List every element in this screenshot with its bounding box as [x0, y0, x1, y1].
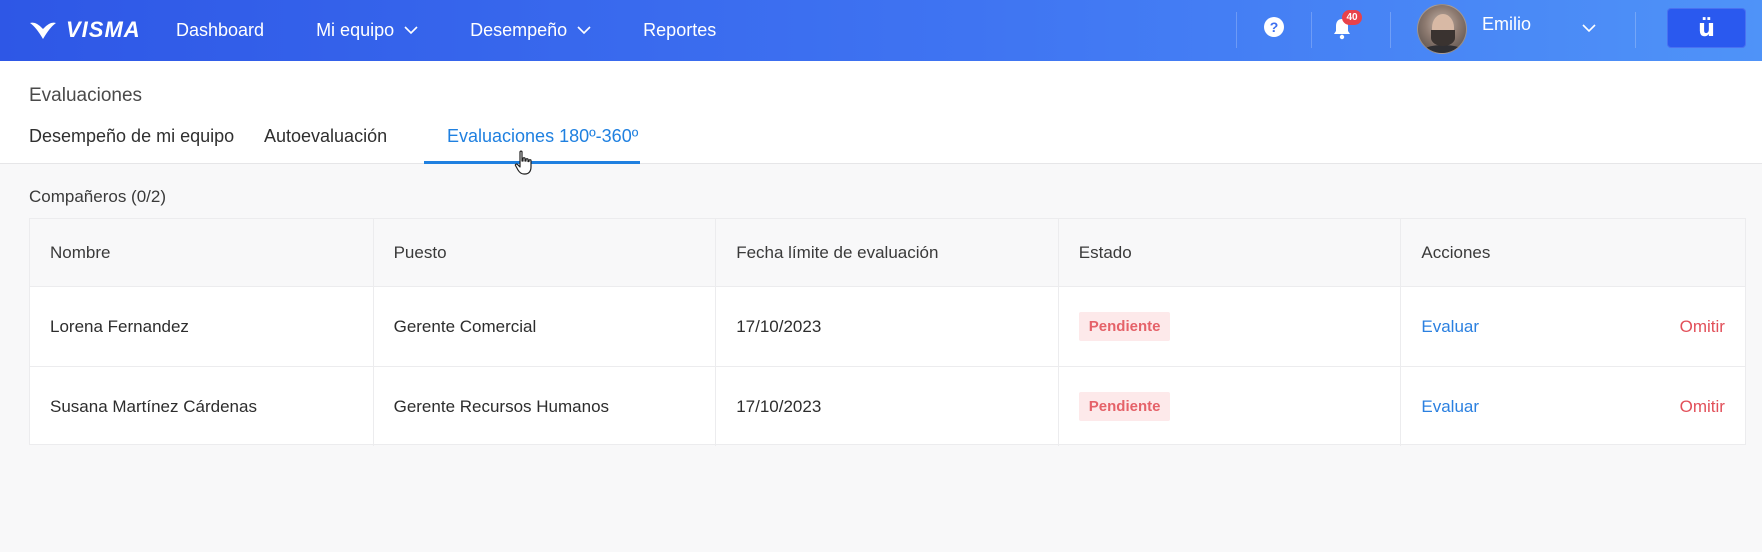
chevron-down-icon	[404, 26, 418, 35]
tab-label: Evaluaciones 180º-360º	[447, 126, 639, 146]
help-icon[interactable]: ?	[1264, 17, 1284, 37]
top-navigation-bar: VISMA Dashboard Mi equipo Desempeño Repo…	[0, 0, 1762, 61]
notifications-button[interactable]: 40	[1332, 10, 1362, 42]
table-row: Susana Martínez Cárdenas Gerente Recurso…	[30, 367, 1745, 446]
chevron-down-icon[interactable]	[1582, 24, 1596, 33]
cell-deadline: 17/10/2023	[716, 367, 1059, 446]
hand-cursor-icon	[514, 150, 532, 175]
nav-divider	[1390, 12, 1391, 48]
page-title: Evaluaciones	[29, 85, 143, 106]
nav-divider	[1635, 12, 1636, 48]
nav-item-dashboard[interactable]: Dashboard	[150, 0, 290, 61]
nav-item-reportes[interactable]: Reportes	[617, 0, 742, 61]
column-header-puesto: Puesto	[374, 219, 717, 286]
tabs: Desempeño de mi equipo Autoevaluación Ev…	[29, 126, 640, 164]
app-switcher-button[interactable]: ü	[1667, 8, 1746, 48]
column-header-acciones: Acciones	[1421, 242, 1491, 262]
cell-name: Lorena Fernandez	[30, 287, 374, 366]
evaluate-link[interactable]: Evaluar	[1421, 317, 1479, 337]
evaluate-link[interactable]: Evaluar	[1421, 397, 1479, 417]
cell-position: Gerente Comercial	[374, 287, 717, 366]
tab-autoevaluacion[interactable]: Autoevaluación	[264, 126, 424, 164]
visma-logo[interactable]: VISMA	[28, 15, 141, 45]
nav-item-label: Desempeño	[470, 20, 568, 40]
cell-deadline: 17/10/2023	[716, 287, 1059, 366]
cell-position: Gerente Recursos Humanos	[374, 367, 717, 446]
nav-item-mi-equipo[interactable]: Mi equipo	[290, 0, 444, 61]
nav-item-label: Mi equipo	[316, 20, 395, 40]
avatar[interactable]	[1417, 4, 1467, 54]
tab-desempeno-mi-equipo[interactable]: Desempeño de mi equipo	[29, 126, 264, 164]
nav-divider	[1236, 12, 1237, 48]
nav-item-label: Dashboard	[176, 20, 265, 40]
nav-item-desempeno[interactable]: Desempeño	[444, 0, 617, 61]
nav-divider	[1311, 12, 1312, 48]
status-badge: Pendiente	[1078, 392, 1171, 421]
status-badge: Pendiente	[1078, 312, 1171, 341]
cell-status: Pendiente	[1059, 367, 1402, 446]
omit-link[interactable]: Omitir	[1680, 397, 1725, 417]
visma-logo-icon	[30, 22, 56, 39]
omit-link[interactable]: Omitir	[1680, 317, 1725, 337]
tab-label: Desempeño de mi equipo	[29, 126, 235, 146]
section-title: Compañeros (0/2)	[29, 187, 167, 206]
column-header-fecha: Fecha límite de evaluación	[716, 219, 1059, 286]
brand-name: VISMA	[66, 17, 141, 42]
cell-actions: Evaluar Omitir	[1401, 287, 1745, 366]
table-header-row: Nombre Puesto Fecha límite de evaluación…	[30, 219, 1745, 287]
column-header-estado: Estado	[1059, 219, 1402, 286]
evaluations-table: Nombre Puesto Fecha límite de evaluación…	[29, 218, 1746, 446]
column-header-nombre: Nombre	[30, 219, 374, 286]
cell-name: Susana Martínez Cárdenas	[30, 367, 374, 446]
tab-label: Autoevaluación	[264, 126, 388, 146]
main-nav: Dashboard Mi equipo Desempeño Reportes	[150, 0, 742, 61]
notifications-badge: 40	[1342, 10, 1362, 25]
chevron-down-icon	[577, 26, 591, 35]
nav-item-label: Reportes	[643, 20, 717, 40]
page-header: Evaluaciones Desempeño de mi equipo Auto…	[0, 61, 1762, 164]
cell-status: Pendiente	[1059, 287, 1402, 366]
table-row: Lorena Fernandez Gerente Comercial 17/10…	[30, 287, 1745, 367]
cell-actions: Evaluar Omitir	[1401, 367, 1745, 446]
user-name[interactable]: Emilio	[1482, 14, 1531, 35]
